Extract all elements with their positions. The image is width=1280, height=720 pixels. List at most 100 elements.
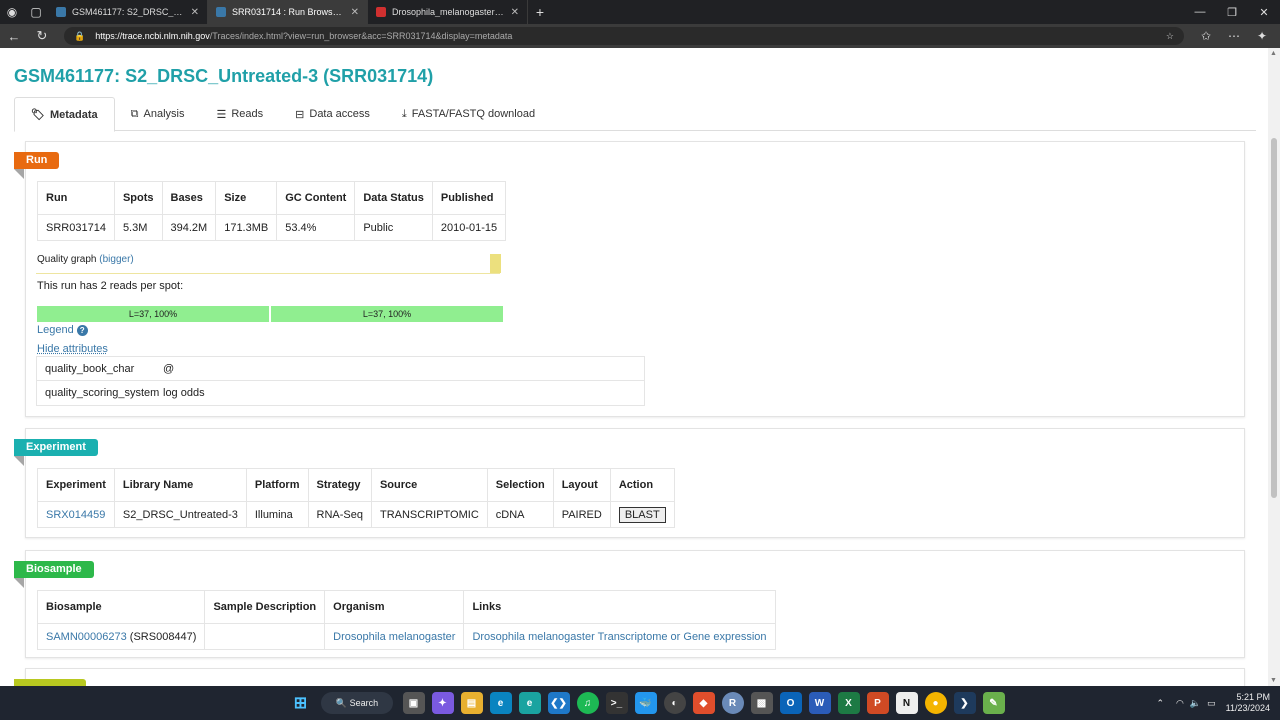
run-table: Run Spots Bases Size GC Content Data Sta… xyxy=(37,181,507,241)
download-icon: ⤓ xyxy=(401,107,407,120)
column-header: GC Content xyxy=(276,181,356,215)
column-header: Bases xyxy=(161,181,217,215)
list-icon: ☰ xyxy=(216,108,227,121)
page-scrollbar[interactable]: ▲ ▼ xyxy=(1268,48,1280,686)
organism-link[interactable]: Drosophila melanogaster xyxy=(324,623,465,650)
word-icon[interactable]: W xyxy=(808,692,831,714)
tab-analysis[interactable]: ⧉ Analysis xyxy=(115,97,201,131)
lock-icon: 🔒 xyxy=(74,30,86,41)
attribute-value: @ xyxy=(163,362,175,375)
minimize-icon[interactable]: — xyxy=(1184,6,1216,19)
spotify-icon[interactable]: ♫ xyxy=(576,692,599,714)
blast-button[interactable]: BLAST xyxy=(618,506,666,523)
hide-attributes-link[interactable]: Hide attributes xyxy=(37,343,108,355)
tab-fasta-download[interactable]: ⤓ FASTA/FASTQ download xyxy=(386,97,551,131)
close-tab-icon[interactable]: ✕ xyxy=(351,7,359,18)
browser-tab-title: SRR031714 : Run Browser : SRA A xyxy=(232,7,345,17)
copilot-taskbar-icon[interactable]: ✦ xyxy=(431,692,454,714)
notion-icon[interactable]: N xyxy=(895,692,918,714)
refresh-icon[interactable]: ↻ xyxy=(28,28,56,44)
file-explorer-icon[interactable]: ▤ xyxy=(460,692,483,714)
read-bar-1: L=37, 100% xyxy=(37,306,269,322)
powershell-icon[interactable]: ❯ xyxy=(953,692,976,714)
outlook-icon[interactable]: O xyxy=(779,692,802,714)
column-header: Sample Description xyxy=(204,590,326,624)
tab-label: Data access xyxy=(309,108,370,120)
tab-data-access[interactable]: ⊟ Data access xyxy=(279,97,386,131)
notepad-icon[interactable]: ✎ xyxy=(982,692,1005,714)
powerpoint-icon[interactable]: P xyxy=(866,692,889,714)
clock[interactable]: 5:21 PM 11/23/2024 xyxy=(1226,692,1270,714)
close-tab-icon[interactable]: ✕ xyxy=(511,7,519,18)
favorite-star-icon[interactable]: ☆ xyxy=(1166,31,1174,42)
biosample-link[interactable]: SAMN00006273 xyxy=(46,631,127,643)
quality-graph-line xyxy=(36,273,500,274)
attributes-table: quality_book_char @ quality_scoring_syst… xyxy=(36,356,645,406)
column-header: Spots xyxy=(113,181,163,215)
edge-icon[interactable]: e xyxy=(489,692,512,714)
column-header: Links xyxy=(463,590,776,624)
biosample-panel: Biosample Biosample Sample Description O… xyxy=(14,550,1245,658)
tab-metadata[interactable]: 🏷 Metadata xyxy=(14,97,115,132)
battery-icon[interactable]: ▭ xyxy=(1207,698,1216,709)
tray-chevron-icon[interactable]: ⌃ xyxy=(1156,698,1164,709)
experiment-table: Experiment Library Name Platform Strateg… xyxy=(37,468,675,528)
scrollbar-thumb[interactable] xyxy=(1271,138,1277,498)
table-cell: S2_DRSC_Untreated-3 xyxy=(113,501,247,528)
start-icon[interactable]: ⊞ xyxy=(290,692,312,714)
column-header: Library Name xyxy=(113,468,247,502)
r-icon[interactable]: R xyxy=(721,692,744,714)
legend-link[interactable]: Legend xyxy=(37,324,74,336)
copilot-icon[interactable]: ✦ xyxy=(1248,29,1276,43)
tab-label: FASTA/FASTQ download xyxy=(411,108,536,120)
close-tab-icon[interactable]: ✕ xyxy=(191,7,199,18)
address-bar-row: ← ↻ 🔒 https://trace.ncbi.nlm.nih.gov /Tr… xyxy=(0,24,1280,48)
vscode-icon[interactable]: ❮❯ xyxy=(547,692,570,714)
git-icon[interactable]: ◆ xyxy=(692,692,715,714)
new-tab-icon[interactable]: + xyxy=(528,4,552,20)
search-label: Search xyxy=(349,698,379,708)
quality-bigger-link[interactable]: (bigger) xyxy=(99,254,133,265)
inbox-icon: ⊟ xyxy=(295,108,305,121)
favorites-icon[interactable]: ✩ xyxy=(1192,29,1220,43)
more-menu-icon[interactable]: ⋯ xyxy=(1220,29,1248,43)
tab-label: Metadata xyxy=(49,108,98,121)
biosample-table: Biosample Sample Description Organism Li… xyxy=(36,590,776,650)
experiment-link[interactable]: SRX014459 xyxy=(37,501,115,528)
tab-actions-icon[interactable]: ▢ xyxy=(24,0,48,24)
wifi-icon[interactable]: ◠ xyxy=(1176,698,1184,709)
table-cell: Illumina xyxy=(245,501,309,528)
attribute-row: quality_book_char @ xyxy=(37,357,644,381)
task-view-icon[interactable]: ▣ xyxy=(402,692,425,714)
profile-icon[interactable]: ◉ xyxy=(0,0,24,24)
volume-icon[interactable]: 🔈 xyxy=(1190,698,1201,709)
image-viewer-icon[interactable]: ▩ xyxy=(750,692,773,714)
excel-icon[interactable]: X xyxy=(837,692,860,714)
expression-link[interactable]: Drosophila melanogaster Transcriptome or… xyxy=(463,623,776,650)
browser-tab-1[interactable]: GSM461177: S2_DRSC_Untreated ✕ xyxy=(48,0,208,24)
browser-tab-2[interactable]: SRR031714 : Run Browser : SRA A ✕ xyxy=(208,0,368,24)
browser-tab-3[interactable]: Drosophila_melanogaster - Ensem ✕ xyxy=(368,0,528,24)
table-cell: TRANSCRIPTOMIC xyxy=(370,501,488,528)
edge-active-icon[interactable]: e xyxy=(518,692,541,714)
page-tabs: 🏷 Metadata ⧉ Analysis ☰ Reads ⊟ Data acc… xyxy=(14,97,1256,132)
column-header: Selection xyxy=(486,468,554,502)
scroll-down-icon[interactable]: ▼ xyxy=(1270,677,1277,684)
tab-reads[interactable]: ☰ Reads xyxy=(200,97,279,131)
tab-favicon-icon xyxy=(216,7,226,17)
column-header: Size xyxy=(215,181,278,215)
url-field[interactable]: 🔒 https://trace.ncbi.nlm.nih.gov /Traces… xyxy=(64,27,1184,45)
scroll-up-icon[interactable]: ▲ xyxy=(1270,50,1277,57)
column-header: Source xyxy=(370,468,488,502)
back-icon[interactable]: ← xyxy=(0,29,28,44)
github-icon[interactable]: ◐ xyxy=(663,692,686,714)
search-button[interactable]: 🔍 Search xyxy=(321,692,393,714)
chrome-icon[interactable]: ● xyxy=(924,692,947,714)
restore-icon[interactable]: ❐ xyxy=(1216,6,1248,19)
column-header: Action xyxy=(609,468,675,502)
bioproject-panel xyxy=(14,668,1245,686)
terminal-icon[interactable]: >_ xyxy=(605,692,628,714)
close-window-icon[interactable]: ✕ xyxy=(1248,6,1280,19)
help-icon[interactable]: ? xyxy=(76,325,88,336)
docker-icon[interactable]: 🐳 xyxy=(634,692,657,714)
